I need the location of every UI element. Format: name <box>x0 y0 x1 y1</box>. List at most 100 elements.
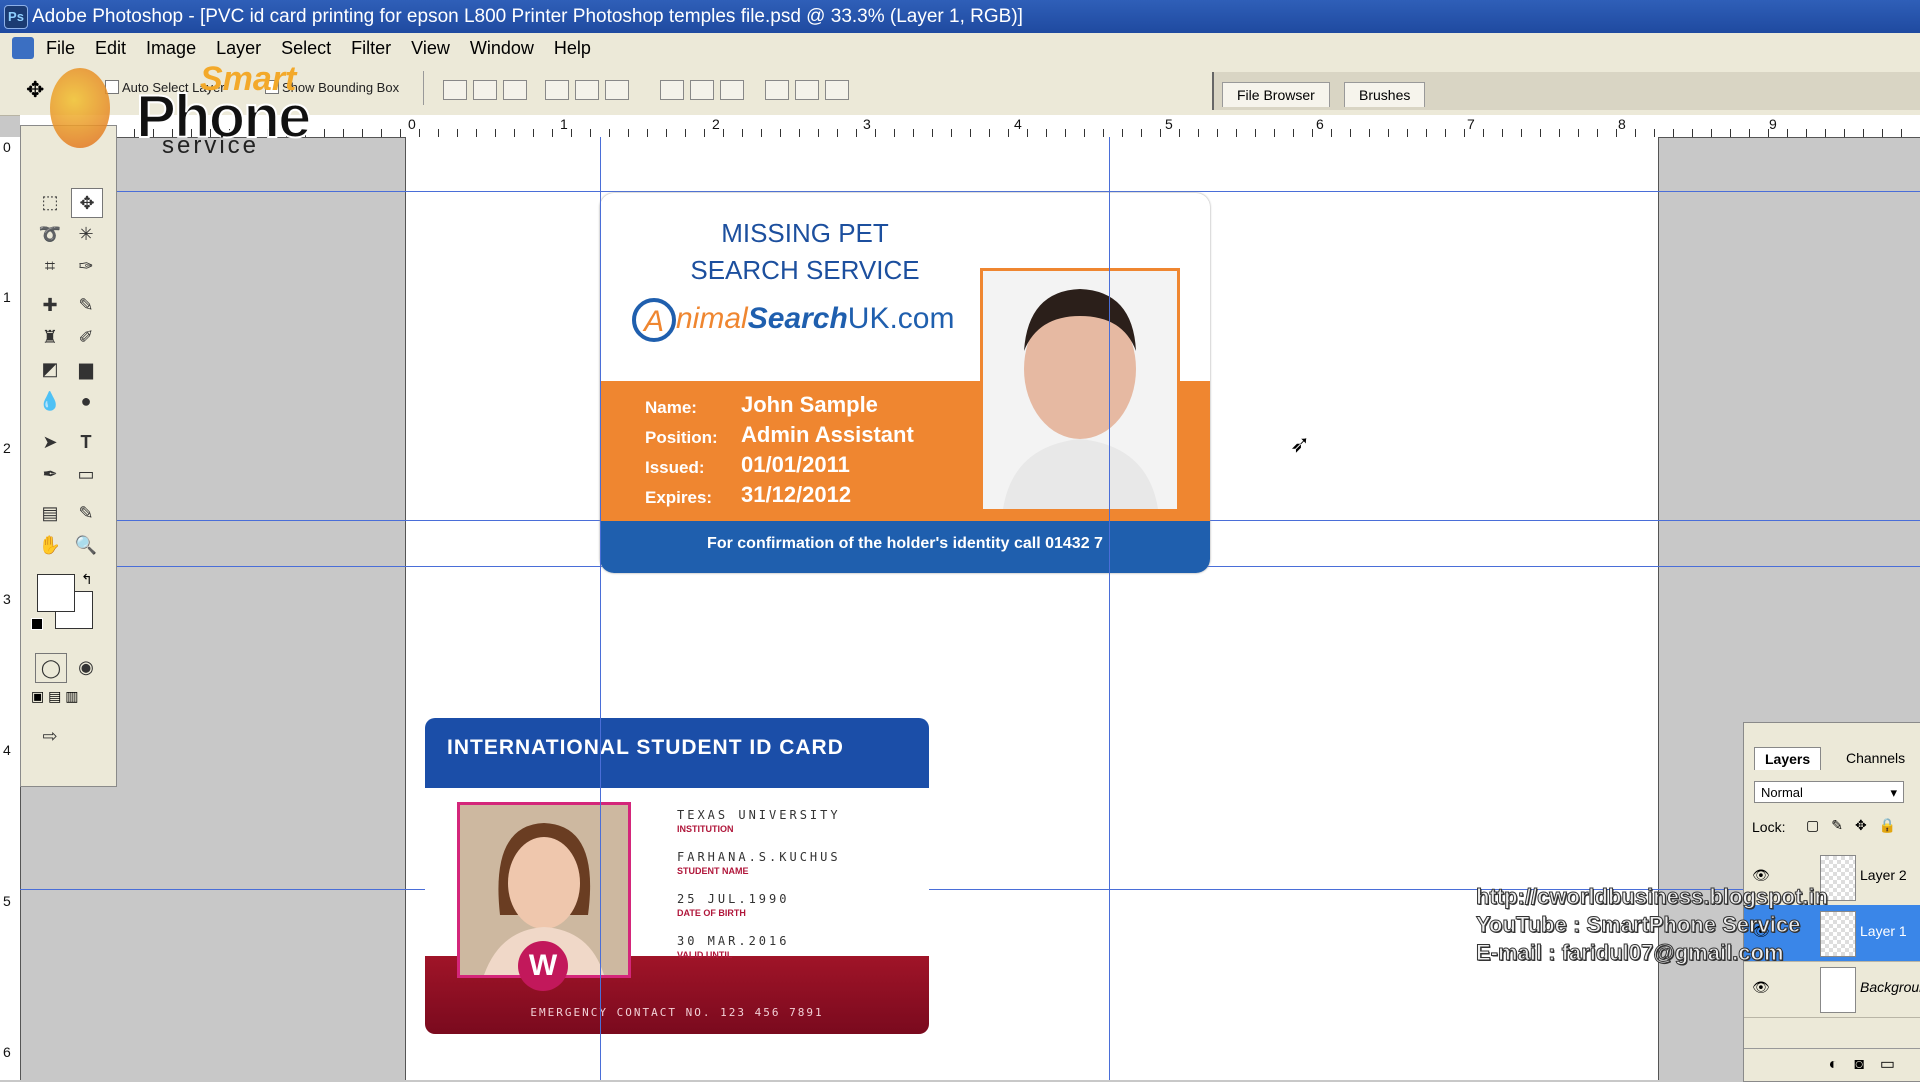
document-control-icon[interactable] <box>12 37 34 59</box>
blur-tool-icon[interactable]: 💧 <box>35 387 65 415</box>
history-brush-icon[interactable]: ✐ <box>71 323 101 351</box>
align-hcenter-icon[interactable] <box>575 80 599 100</box>
menu-image[interactable]: Image <box>136 33 206 63</box>
distribute-right-icon[interactable] <box>825 80 849 100</box>
notes-tool-icon[interactable]: ▤ <box>35 499 65 527</box>
student-photo: W <box>457 802 631 991</box>
menu-edit[interactable]: Edit <box>85 33 136 63</box>
shape-tool-icon[interactable]: ▭ <box>71 460 101 488</box>
quick-mask-icon[interactable]: ◉ <box>71 653 101 681</box>
card-title-line2: SEARCH SERVICE <box>690 255 920 285</box>
align-top-icon[interactable] <box>443 80 467 100</box>
guide-vertical[interactable] <box>1109 137 1110 1080</box>
align-vcenter-icon[interactable] <box>473 80 497 100</box>
field-value: 01/01/2011 <box>741 452 850 477</box>
tab-brushes[interactable]: Brushes <box>1344 82 1426 107</box>
default-colors-icon[interactable] <box>31 618 43 630</box>
student-field-label: DATE OF BIRTH <box>677 908 746 918</box>
card-title-line1: MISSING PET <box>721 218 889 248</box>
type-tool-icon[interactable]: T <box>71 428 101 456</box>
tab-file-browser[interactable]: File Browser <box>1222 82 1330 107</box>
burn-tool-icon[interactable]: ● <box>71 387 101 415</box>
clone-stamp-icon[interactable]: ♜ <box>35 323 65 351</box>
logo-emblem-icon <box>50 68 110 148</box>
student-field-label: STUDENT NAME <box>677 866 749 876</box>
pen-tool-icon[interactable]: ✒ <box>35 460 65 488</box>
layer-name: Layer 2 <box>1860 867 1907 883</box>
ruler-label: 2 <box>3 440 11 456</box>
menu-file[interactable]: File <box>36 33 85 63</box>
student-field-value: FARHANA.S.KUCHUS <box>677 850 841 864</box>
swap-colors-icon[interactable]: ↰ <box>81 571 93 588</box>
menu-help[interactable]: Help <box>544 33 601 63</box>
student-field-value: TEXAS UNIVERSITY <box>677 808 841 822</box>
menu-filter[interactable]: Filter <box>341 33 401 63</box>
ruler-label: 3 <box>3 591 11 607</box>
move-tool-icon[interactable]: ✥ <box>26 77 44 103</box>
healing-brush-icon[interactable]: ✚ <box>35 291 65 319</box>
tab-layers[interactable]: Layers <box>1754 747 1822 770</box>
student-id-card[interactable]: INTERNATIONAL STUDENT ID CARD W TEXAS UN… <box>425 718 929 1034</box>
field-label: Name: <box>645 398 697 417</box>
card-header-text: INTERNATIONAL STUDENT ID CARD <box>447 736 844 759</box>
magic-wand-icon[interactable]: ✳ <box>71 220 101 248</box>
lock-label: Lock: <box>1752 819 1786 835</box>
eyedropper-icon[interactable]: ✎ <box>71 499 101 527</box>
card-title: MISSING PET SEARCH SERVICE <box>680 215 930 289</box>
lock-icons[interactable]: ▢✎✥🔒 <box>1806 817 1908 834</box>
hand-tool-icon[interactable]: ✋ <box>35 531 65 559</box>
distribute-vcenter-icon[interactable] <box>690 80 714 100</box>
eye-icon[interactable]: 👁 <box>1752 979 1770 996</box>
holder-photo <box>980 268 1180 512</box>
layer-actions[interactable]: ◐◙▭ <box>1744 1048 1920 1080</box>
layer-row[interactable]: 👁 Background <box>1744 961 1920 1018</box>
student-field-label: INSTITUTION <box>677 824 734 834</box>
distribute-top-icon[interactable] <box>660 80 684 100</box>
align-right-icon[interactable] <box>605 80 629 100</box>
ruler-label: 0 <box>3 139 11 155</box>
ruler-label: 1 <box>3 289 11 305</box>
distribute-hcenter-icon[interactable] <box>795 80 819 100</box>
screen-mode-icons[interactable]: ▣ ▤ ▥ <box>31 688 105 710</box>
logo-text: service <box>162 132 260 159</box>
align-left-icon[interactable] <box>545 80 569 100</box>
menu-select[interactable]: Select <box>271 33 341 63</box>
jump-to-imageready-icon[interactable]: ⇨ <box>35 722 65 750</box>
field-label: Issued: <box>645 458 705 477</box>
window-title: Adobe Photoshop - [PVC id card printing … <box>32 6 1023 27</box>
gradient-tool-icon[interactable]: ▆ <box>71 355 101 383</box>
menu-layer[interactable]: Layer <box>206 33 271 63</box>
lasso-tool-icon[interactable]: ➰ <box>35 220 65 248</box>
zoom-tool-icon[interactable]: 🔍 <box>71 531 101 559</box>
slice-tool-icon[interactable]: ✑ <box>71 252 101 280</box>
eraser-tool-icon[interactable]: ◩ <box>35 355 65 383</box>
emergency-contact: EMERGENCY CONTACT NO. 123 456 7891 <box>530 1006 824 1019</box>
field-value: Admin Assistant <box>741 422 914 447</box>
menu-bar: File Edit Image Layer Select Filter View Window… <box>0 33 1920 63</box>
guide-vertical[interactable] <box>600 137 601 1080</box>
marquee-tool-icon[interactable]: ⬚ <box>35 188 65 216</box>
foreground-color-swatch[interactable] <box>37 574 75 612</box>
move-tool-icon[interactable]: ✥ <box>71 188 103 218</box>
crop-tool-icon[interactable]: ⌗ <box>35 252 65 280</box>
move-cursor-icon: ➶ <box>1290 431 1311 458</box>
chevron-down-icon: ▾ <box>1890 785 1897 800</box>
distribute-left-icon[interactable] <box>765 80 789 100</box>
brand-logo: AnimalSearchUK.com <box>632 298 954 342</box>
menu-view[interactable]: View <box>401 33 460 63</box>
menu-window[interactable]: Window <box>460 33 544 63</box>
path-select-icon[interactable]: ➤ <box>35 428 65 456</box>
layer-name: Layer 1 <box>1860 923 1907 939</box>
brush-tool-icon[interactable]: ✎ <box>71 291 101 319</box>
tab-channels[interactable]: Channels <box>1836 747 1915 769</box>
standard-mode-icon[interactable]: ◯ <box>35 653 67 683</box>
field-label: Position: <box>645 428 718 447</box>
blend-mode-select[interactable]: Normal ▾ <box>1754 781 1904 803</box>
ruler-label: 4 <box>3 742 11 758</box>
pet-search-id-card[interactable]: MISSING PET SEARCH SERVICE AnimalSearchU… <box>600 193 1210 573</box>
guide-horizontal[interactable] <box>20 191 1920 192</box>
align-bottom-icon[interactable] <box>503 80 527 100</box>
eye-icon[interactable]: 👁 <box>1752 867 1770 884</box>
distribute-bottom-icon[interactable] <box>720 80 744 100</box>
photoshop-app-icon: Ps <box>4 5 28 29</box>
